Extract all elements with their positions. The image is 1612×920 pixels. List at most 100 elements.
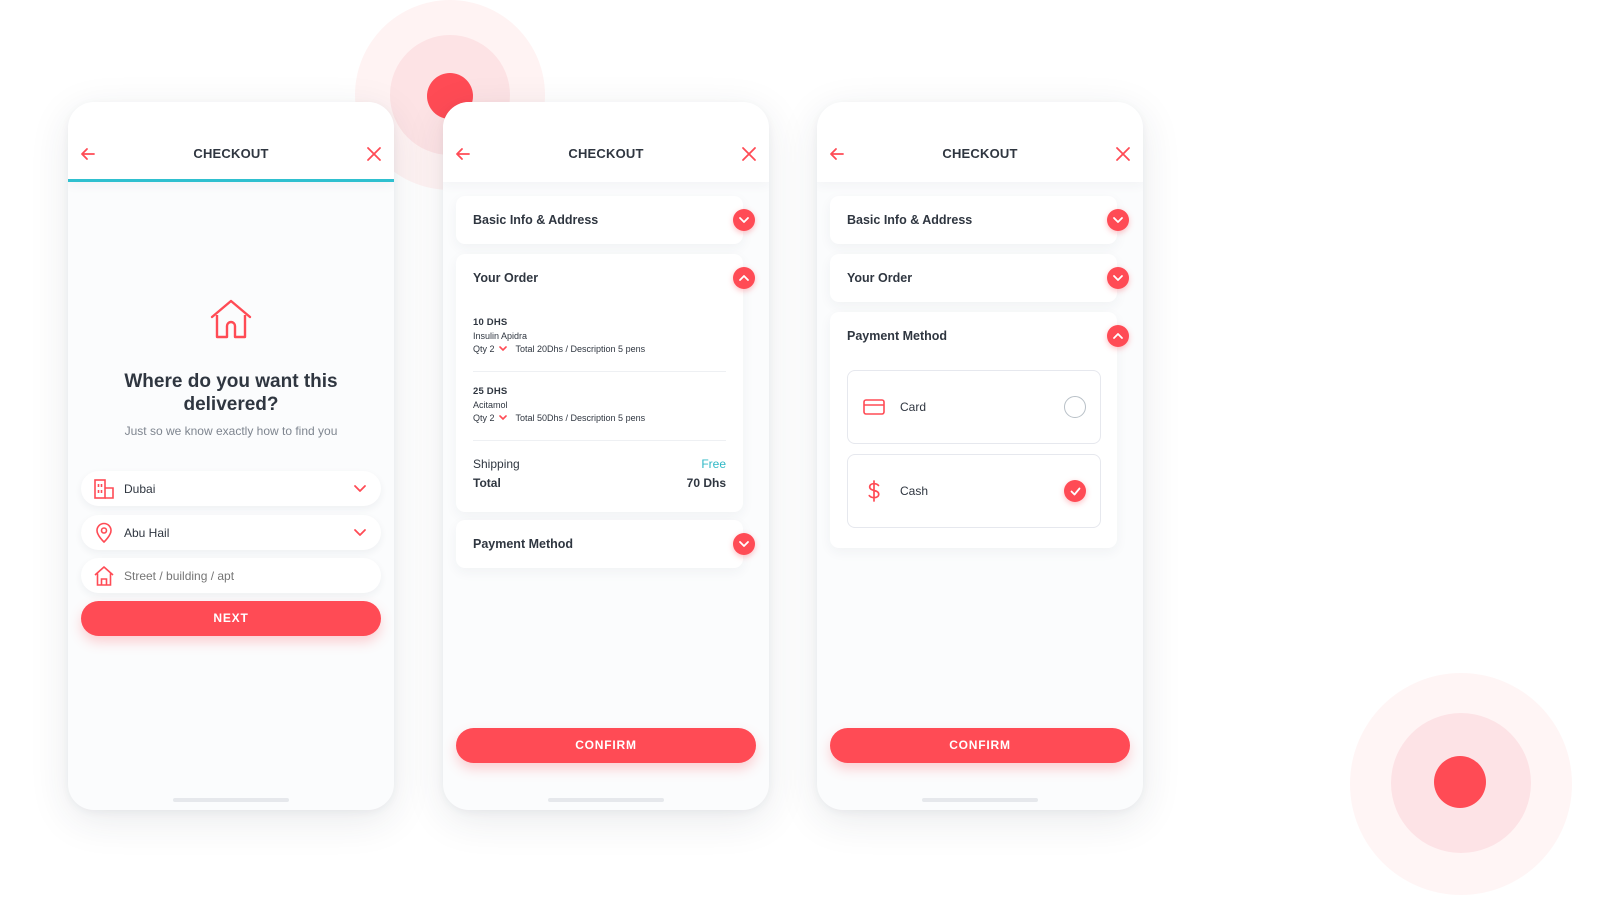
home-indicator <box>922 798 1038 802</box>
section-title: Your Order <box>473 271 539 285</box>
home-icon <box>94 565 114 586</box>
item-price: 10 DHS <box>473 317 508 328</box>
close-button[interactable] <box>1113 144 1133 164</box>
close-icon <box>367 147 381 161</box>
total-value: 70 Dhs <box>686 476 726 490</box>
total-row: Total 70 Dhs <box>473 476 726 490</box>
item-price: 25 DHS <box>473 386 508 397</box>
collapse-toggle[interactable] <box>1107 325 1129 347</box>
payment-option-label: Cash <box>900 484 929 498</box>
divider <box>473 371 726 372</box>
top-bar: CHECKOUT <box>443 102 769 182</box>
checkmark-icon <box>1070 487 1080 495</box>
expand-toggle[interactable] <box>733 209 755 231</box>
decor-dot <box>1434 756 1486 808</box>
expand-toggle[interactable] <box>733 533 755 555</box>
city-select[interactable]: Dubai <box>81 471 381 506</box>
confirm-button[interactable]: CONFIRM <box>456 728 756 763</box>
section-basic-info: Basic Info & Address <box>456 196 755 244</box>
hero-subtitle: Just so we know exactly how to find you <box>124 424 338 438</box>
close-icon <box>1116 147 1130 161</box>
chevron-down-icon <box>498 346 507 352</box>
section-your-order: Your Order <box>830 254 1129 302</box>
progress-bar <box>68 179 394 182</box>
checkout-screen-address: CHECKOUT Where do you want this delivere… <box>68 102 394 810</box>
chevron-up-icon <box>1113 333 1123 339</box>
divider <box>473 440 726 441</box>
quantity-dropdown[interactable]: Qty 2 <box>473 413 507 423</box>
expand-toggle[interactable] <box>1107 267 1129 289</box>
section-payment-method: Payment Method Card Cash <box>830 312 1129 548</box>
quantity-label: Qty 2 <box>473 344 495 354</box>
section-header[interactable]: Payment Method <box>456 520 755 568</box>
page-title: CHECKOUT <box>942 146 1018 161</box>
section-title: Your Order <box>847 271 913 285</box>
chevron-down-icon <box>354 528 366 536</box>
chevron-down-icon <box>354 484 366 492</box>
checkout-screen-payment: CHECKOUT Basic Info & Address Your Order… <box>817 102 1143 810</box>
section-header[interactable]: Your Order <box>456 254 755 302</box>
top-bar: CHECKOUT <box>68 102 394 182</box>
item-name: Acitamol <box>473 400 508 410</box>
section-header[interactable]: Payment Method <box>830 312 1129 360</box>
page-title: CHECKOUT <box>568 146 644 161</box>
section-payment-method: Payment Method <box>456 520 755 568</box>
total-label: Total <box>473 476 501 490</box>
section-header[interactable]: Basic Info & Address <box>830 196 1129 244</box>
close-icon <box>742 147 756 161</box>
credit-card-icon <box>863 399 885 415</box>
chevron-down-icon <box>739 541 749 547</box>
section-title: Payment Method <box>847 329 948 343</box>
home-indicator <box>173 798 289 802</box>
radio-unselected[interactable] <box>1064 396 1086 418</box>
area-value: Abu Hail <box>124 525 170 540</box>
radio-selected[interactable] <box>1064 480 1086 502</box>
expand-toggle[interactable] <box>1107 209 1129 231</box>
payment-option-card[interactable]: Card <box>847 370 1101 444</box>
quantity-label: Qty 2 <box>473 413 495 423</box>
close-button[interactable] <box>364 144 384 164</box>
shipping-label: Shipping <box>473 457 520 471</box>
item-details: Total 20Dhs / Description 5 pens <box>515 344 646 354</box>
section-your-order: Your Order 10 DHS Insulin Apidra Qty 2 T… <box>456 254 755 512</box>
section-header[interactable]: Your Order <box>830 254 1129 302</box>
dollar-icon <box>868 480 880 502</box>
home-indicator <box>548 798 664 802</box>
next-button[interactable]: NEXT <box>81 601 381 636</box>
shipping-value: Free <box>701 457 726 471</box>
chevron-down-icon <box>1113 217 1123 223</box>
chevron-down-icon <box>498 415 507 421</box>
section-title: Basic Info & Address <box>847 213 973 227</box>
quantity-dropdown[interactable]: Qty 2 <box>473 344 507 354</box>
checkout-screen-order: CHECKOUT Basic Info & Address Your Order… <box>443 102 769 810</box>
chevron-down-icon <box>1113 275 1123 281</box>
location-pin-icon <box>96 522 112 543</box>
shipping-row: Shipping Free <box>473 457 726 471</box>
chevron-down-icon <box>739 217 749 223</box>
payment-option-label: Card <box>900 400 927 414</box>
collapse-toggle[interactable] <box>733 267 755 289</box>
section-title: Payment Method <box>473 537 574 551</box>
item-meta: Qty 2 Total 20Dhs / Description 5 pens <box>473 344 726 354</box>
item-meta: Qty 2 Total 50Dhs / Description 5 pens <box>473 413 726 423</box>
section-basic-info: Basic Info & Address <box>830 196 1129 244</box>
street-input[interactable] <box>124 568 367 583</box>
section-title: Basic Info & Address <box>473 213 599 227</box>
item-details: Total 50Dhs / Description 5 pens <box>515 413 646 423</box>
hero-title: Where do you want this delivered? <box>124 371 338 415</box>
street-input-field[interactable] <box>81 558 381 593</box>
page-title: CHECKOUT <box>193 146 269 161</box>
section-header[interactable]: Basic Info & Address <box>456 196 755 244</box>
area-select[interactable]: Abu Hail <box>81 515 381 550</box>
payment-option-cash[interactable]: Cash <box>847 454 1101 528</box>
top-bar: CHECKOUT <box>817 102 1143 182</box>
confirm-button[interactable]: CONFIRM <box>830 728 1130 763</box>
close-button[interactable] <box>739 144 759 164</box>
order-item: 25 DHS Acitamol Qty 2 Total 50Dhs / Desc… <box>473 386 726 423</box>
chevron-up-icon <box>739 275 749 281</box>
building-icon <box>94 478 114 499</box>
item-name: Insulin Apidra <box>473 331 528 341</box>
city-value: Dubai <box>124 481 156 496</box>
house-icon <box>210 299 252 339</box>
order-item: 10 DHS Insulin Apidra Qty 2 Total 20Dhs … <box>473 317 726 354</box>
